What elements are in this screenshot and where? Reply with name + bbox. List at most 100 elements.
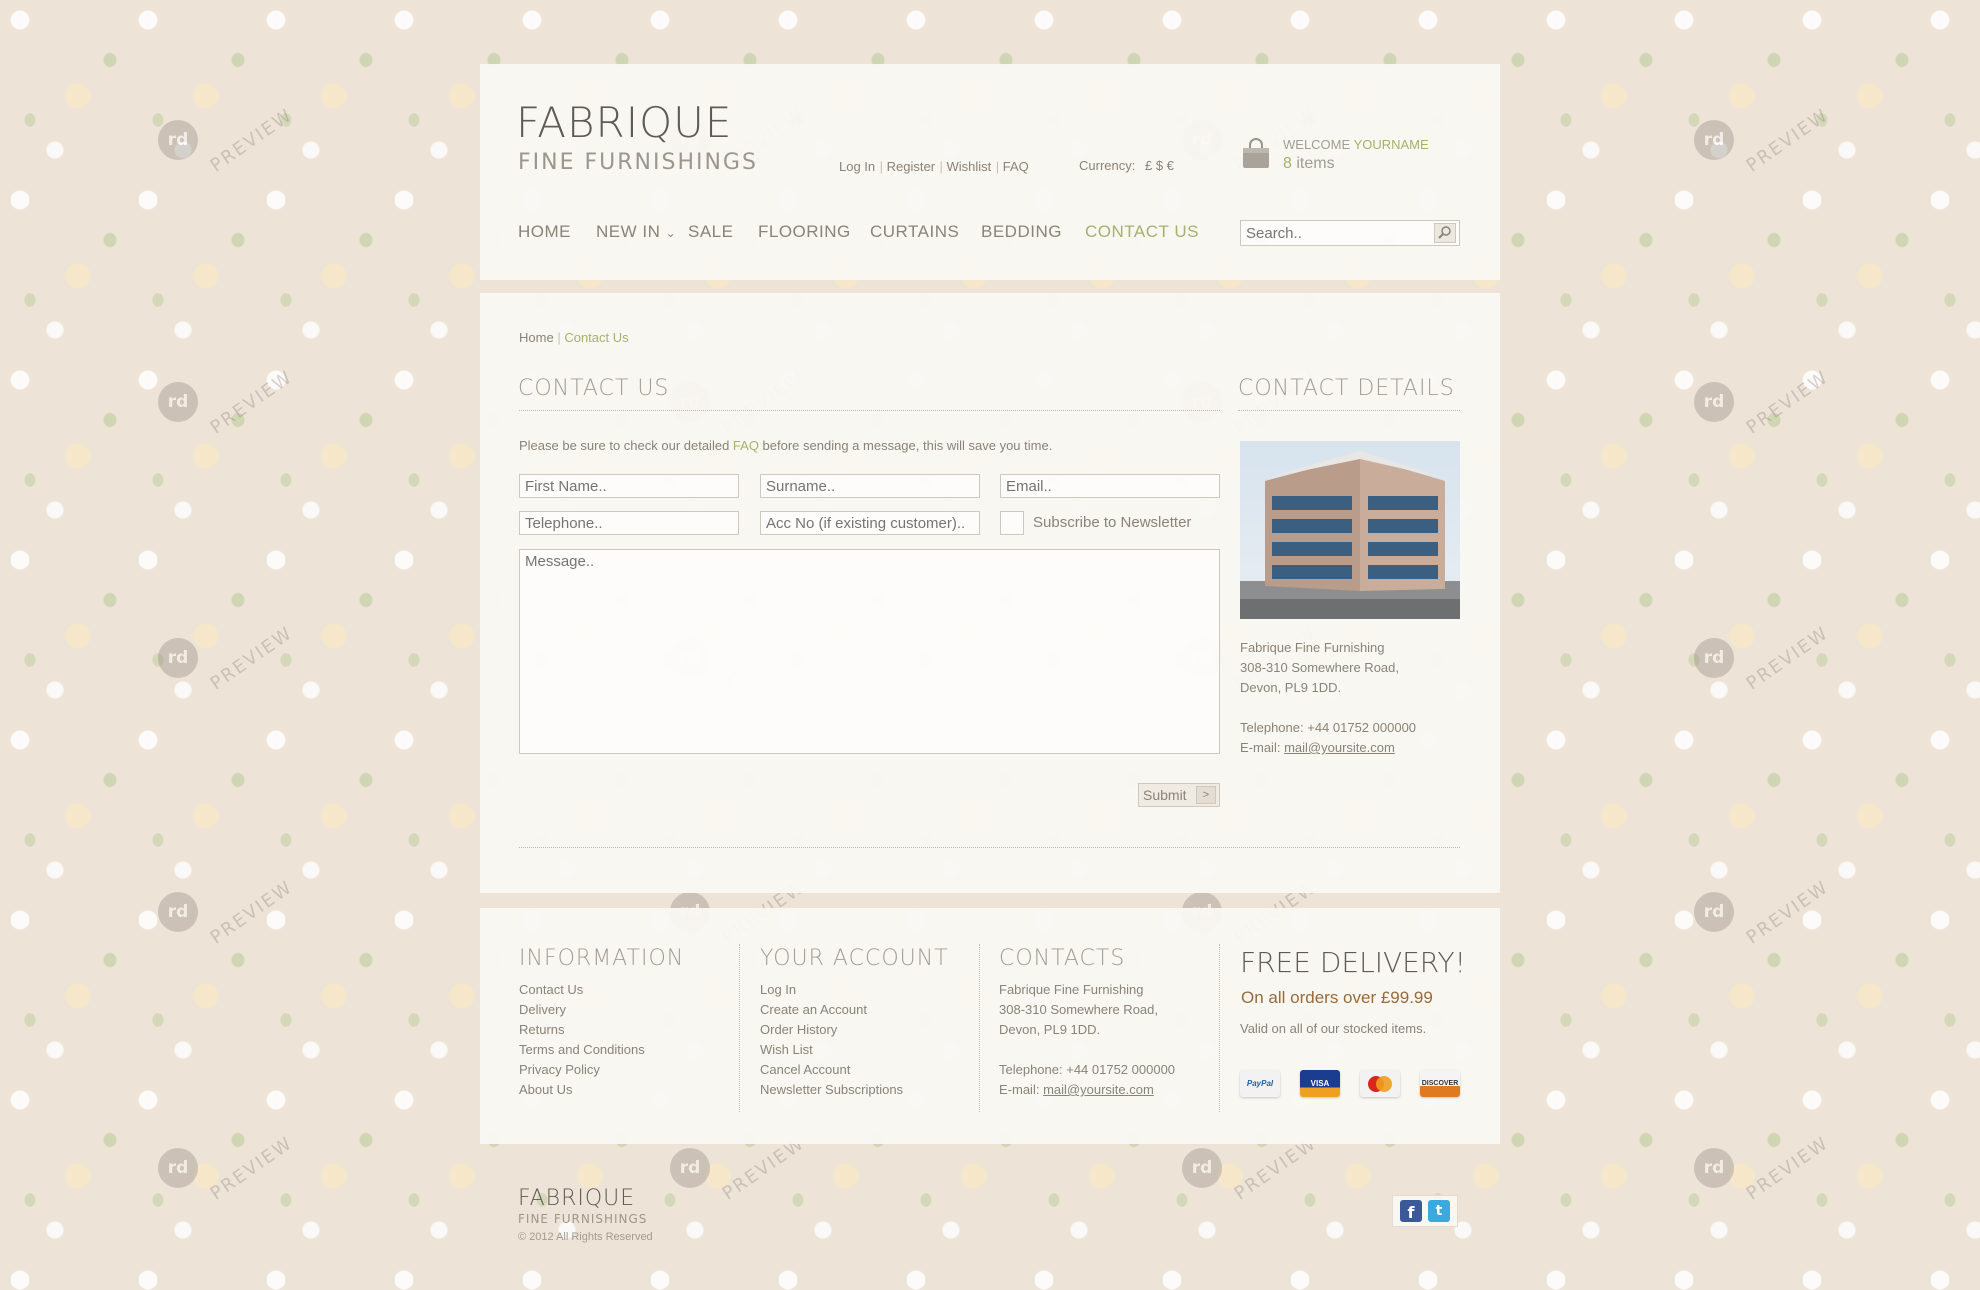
discover-card-icon: DISCOVER — [1420, 1070, 1460, 1097]
nav-bedding[interactable]: BEDDING — [981, 222, 1062, 242]
footer-contacts-info: Fabrique Fine Furnishing 308-310 Somewhe… — [999, 982, 1176, 1097]
wishlist-link[interactable]: Wishlist — [946, 159, 991, 174]
footer-link-login[interactable]: Log In — [760, 980, 903, 1000]
email-field[interactable] — [1000, 474, 1220, 498]
logo-subtitle: FINE FURNISHINGS — [518, 150, 758, 175]
breadcrumb-current: Contact Us — [564, 330, 629, 345]
facebook-icon[interactable]: f — [1400, 1200, 1422, 1222]
footer-link-wish-list[interactable]: Wish List — [760, 1040, 903, 1060]
footer-column-divider — [979, 944, 980, 1112]
faq-link[interactable]: FAQ — [1003, 159, 1029, 174]
watermark: rdPREVIEW — [1182, 1132, 1324, 1204]
contact-details-title: CONTACT DETAILS — [1238, 376, 1455, 401]
footer-logo-subtitle: FINE FURNISHINGS — [518, 1212, 648, 1226]
watermark: rdPREVIEW — [158, 366, 300, 438]
footer-link-returns[interactable]: Returns — [519, 1020, 645, 1040]
search-icon — [1438, 226, 1451, 239]
footer-information-title: INFORMATION — [519, 946, 685, 971]
details-email-link[interactable]: mail@yoursite.com — [1284, 740, 1395, 755]
mastercard-icon — [1360, 1070, 1400, 1097]
items-label: items — [1296, 155, 1335, 172]
chevron-down-icon: ⌄ — [665, 226, 677, 240]
twitter-icon[interactable]: t — [1428, 1200, 1450, 1222]
footer-column-divider — [1219, 944, 1220, 1112]
nav-sale[interactable]: SALE — [688, 222, 733, 242]
footer-contacts-title: CONTACTS — [999, 946, 1126, 971]
login-link[interactable]: Log In — [839, 159, 875, 174]
nav-curtains[interactable]: CURTAINS — [870, 222, 959, 242]
message-field[interactable] — [519, 549, 1220, 754]
welcome-label: WELCOME — [1283, 137, 1351, 152]
breadcrumb: Home | Contact Us — [519, 330, 629, 345]
currency-options[interactable]: £ $ € — [1145, 158, 1174, 173]
copyright: © 2012 All Rights Reserved — [518, 1231, 653, 1243]
faq-inline-link[interactable]: FAQ — [733, 438, 759, 453]
free-delivery-title: FREE DELIVERY! — [1240, 946, 1466, 979]
account-number-field[interactable] — [760, 511, 980, 535]
footer-link-order-history[interactable]: Order History — [760, 1020, 903, 1040]
footer-column-divider — [739, 944, 740, 1112]
contact-title-divider — [519, 410, 1220, 411]
top-links: Log In | Register | Wishlist | FAQ — [839, 159, 1029, 174]
free-delivery-note: Valid on all of our stocked items. — [1240, 1021, 1427, 1036]
nav-flooring[interactable]: FLOORING — [758, 222, 851, 242]
first-name-field[interactable] — [519, 474, 739, 498]
nav-new-in-label: NEW IN — [596, 222, 661, 241]
surname-field[interactable] — [760, 474, 980, 498]
content-bottom-divider — [519, 847, 1460, 848]
watermark: rdPREVIEW — [1694, 876, 1836, 948]
footer-link-about[interactable]: About Us — [519, 1080, 645, 1100]
watermark: rdPREVIEW — [158, 104, 300, 176]
currency-selector: Currency: £ $ € — [1079, 158, 1174, 173]
watermark: rdPREVIEW — [158, 622, 300, 694]
visa-card-icon: VISA — [1300, 1070, 1340, 1097]
search-input[interactable] — [1240, 220, 1460, 246]
watermark: rdPREVIEW — [1694, 366, 1836, 438]
footer-account-title: YOUR ACCOUNT — [760, 946, 949, 971]
paypal-card-icon: PayPal — [1240, 1070, 1280, 1097]
watermark: rdPREVIEW — [670, 1132, 812, 1204]
footer-link-contact-us[interactable]: Contact Us — [519, 980, 645, 1000]
footer-account-links: Log In Create an Account Order History W… — [760, 980, 903, 1100]
cart-welcome: WELCOME YOURNAME — [1283, 137, 1429, 152]
social-links: f t — [1392, 1195, 1458, 1227]
footer-link-cancel-account[interactable]: Cancel Account — [760, 1060, 903, 1080]
breadcrumb-home[interactable]: Home — [519, 330, 554, 345]
register-link[interactable]: Register — [887, 159, 935, 174]
footer-logo-title[interactable]: FABRIQUE — [518, 1186, 635, 1211]
footer-link-terms[interactable]: Terms and Conditions — [519, 1040, 645, 1060]
item-count: 8 — [1283, 155, 1292, 172]
contact-intro: Please be sure to check our detailed FAQ… — [519, 438, 1053, 453]
watermark: rdPREVIEW — [158, 876, 300, 948]
watermark: rdPREVIEW — [1694, 104, 1836, 176]
details-telephone: Telephone: +44 01752 000000 — [1240, 720, 1417, 735]
details-title-divider — [1238, 410, 1460, 411]
footer-link-privacy[interactable]: Privacy Policy — [519, 1060, 645, 1080]
footer-link-newsletter[interactable]: Newsletter Subscriptions — [760, 1080, 903, 1100]
footer-link-delivery[interactable]: Delivery — [519, 1000, 645, 1020]
newsletter-checkbox[interactable] — [1000, 511, 1024, 535]
username[interactable]: YOURNAME — [1354, 137, 1429, 152]
search-button[interactable] — [1434, 223, 1456, 243]
submit-button[interactable]: Submit > — [1138, 783, 1220, 807]
arrow-right-icon: > — [1196, 786, 1216, 804]
building-photo — [1240, 441, 1460, 619]
watermark: rdPREVIEW — [1694, 622, 1836, 694]
currency-label: Currency: — [1079, 158, 1136, 173]
footer-link-create-account[interactable]: Create an Account — [760, 1000, 903, 1020]
details-address: Fabrique Fine Furnishing 308-310 Somewhe… — [1240, 640, 1417, 755]
logo-title[interactable]: FABRIQUE — [516, 98, 732, 147]
telephone-field[interactable] — [519, 511, 739, 535]
cart-count[interactable]: 8 items — [1283, 155, 1335, 173]
footer-information-links: Contact Us Delivery Returns Terms and Co… — [519, 980, 645, 1100]
free-delivery-offer: On all orders over £99.99 — [1241, 988, 1433, 1007]
cart-icon[interactable] — [1241, 138, 1271, 170]
nav-home[interactable]: HOME — [518, 222, 571, 242]
submit-label: Submit — [1143, 787, 1187, 803]
newsletter-label[interactable]: Subscribe to Newsletter — [1033, 514, 1191, 531]
nav-contact-us[interactable]: CONTACT US — [1085, 222, 1199, 242]
nav-new-in[interactable]: NEW IN ⌄ — [596, 222, 676, 242]
footer-email-link[interactable]: mail@yoursite.com — [1043, 1082, 1154, 1097]
contact-title: CONTACT US — [518, 376, 670, 401]
watermark: rdPREVIEW — [158, 1132, 300, 1204]
